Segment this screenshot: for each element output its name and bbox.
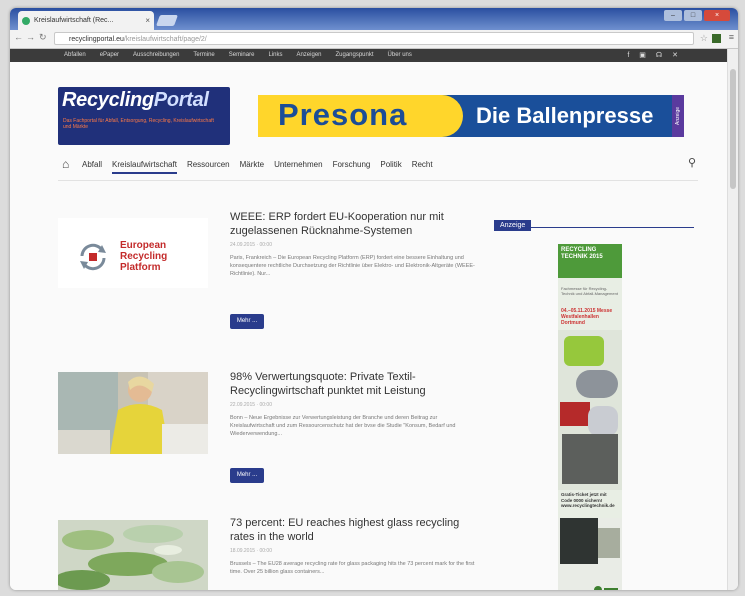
article-thumbnail-glass-photo[interactable] xyxy=(58,520,208,590)
facebook-icon[interactable]: f xyxy=(627,49,629,62)
top-nav-link[interactable]: Termine xyxy=(193,49,214,62)
article-item: 73 percent: EU reaches highest glass rec… xyxy=(58,516,478,590)
ad-ticket-cta[interactable]: Gratis-Ticket jetzt mit Code 0000 sicher… xyxy=(561,492,617,509)
browser-tab[interactable]: Kreislaufwirtschaft (Rec... × xyxy=(18,11,154,30)
ad-machinery-image xyxy=(558,330,622,490)
article-date: 24.09.2015 · 00:00 xyxy=(230,242,272,248)
url-path: /kreislaufwirtschaft/page/2/ xyxy=(123,36,207,43)
nav-item-maerkte[interactable]: Märkte xyxy=(240,160,264,174)
sidebar-heading: Anzeige xyxy=(494,214,694,231)
article-item: 98% Verwertungsquote: Private Textil-Rec… xyxy=(58,370,478,500)
new-tab-button[interactable] xyxy=(155,15,179,26)
main-nav-items: Abfall Kreislaufwirtschaft Ressourcen Mä… xyxy=(82,160,433,174)
banner-slogan: Die Ballenpresse xyxy=(476,103,654,128)
glass-bottles-photo xyxy=(58,520,208,590)
ad-dates: 04.–05.11.2015 Messe Westfalenhallen Dor… xyxy=(561,308,613,326)
banner-brand: Presona xyxy=(278,97,408,132)
forward-icon[interactable]: → xyxy=(26,32,35,42)
nav-item-forschung[interactable]: Forschung xyxy=(333,160,371,174)
article-date: 18.09.2015 · 00:00 xyxy=(230,548,272,554)
article-thumbnail-erp-logo[interactable]: European Recycling Platform xyxy=(58,218,208,288)
main-nav: ⌂ Abfall Kreislaufwirtschaft Ressourcen … xyxy=(58,154,698,178)
presona-banner-ad[interactable]: Presona Die Ballenpresse Anzeige xyxy=(258,95,684,137)
url-host: recyclingportal.eu xyxy=(69,36,124,43)
window-controls: – □ × xyxy=(664,10,730,21)
article-item: European Recycling Platform WEEE: ERP fo… xyxy=(58,210,478,340)
banner-ad-tag: Anzeige xyxy=(672,95,684,137)
article-excerpt: Bonn – Neue Ergebnisse zur Verwertungsle… xyxy=(230,415,456,437)
nav-item-kreislaufwirtschaft[interactable]: Kreislaufwirtschaft xyxy=(112,160,177,174)
textile-worker-photo xyxy=(58,372,208,454)
url-field[interactable]: recyclingportal.eu/kreislaufwirtschaft/p… xyxy=(54,32,694,45)
ad-subtitle: Fachmesse für Recycling-Technik und Abfa… xyxy=(561,286,618,296)
back-icon[interactable]: ← xyxy=(14,32,23,42)
tab-strip: Kreislaufwirtschaft (Rec... × – □ × xyxy=(10,8,738,30)
search-icon[interactable]: ⚲ xyxy=(688,156,696,169)
nav-item-politik[interactable]: Politik xyxy=(380,160,401,174)
maximize-button[interactable]: □ xyxy=(684,10,702,21)
top-nav-link[interactable]: Ausschreibungen xyxy=(133,49,179,62)
top-nav-link[interactable]: Über uns xyxy=(388,49,412,62)
top-nav-link[interactable]: Anzeigen xyxy=(296,49,321,62)
page-content: RecyclingPortal Das Fachportal für Abfal… xyxy=(10,62,728,590)
logo-wordmark: RecyclingPortal xyxy=(62,89,209,112)
erp-logo-line: European xyxy=(120,240,167,251)
bookmark-star-icon[interactable]: ☆ xyxy=(700,33,708,44)
top-nav-links: Abfallen ePaper Ausschreibungen Termine … xyxy=(64,49,412,62)
favicon-icon xyxy=(22,17,30,25)
erp-logo-text: European Recycling Platform xyxy=(120,240,167,273)
close-window-button[interactable]: × xyxy=(704,10,730,21)
browser-menu-icon[interactable]: ≡ xyxy=(729,32,734,42)
article-title[interactable]: 98% Verwertungsquote: Private Textil-Rec… xyxy=(230,370,480,398)
top-nav-link[interactable]: Seminare xyxy=(229,49,255,62)
read-more-button[interactable]: Mehr ... xyxy=(230,468,264,483)
sidebar-heading-label: Anzeige xyxy=(494,220,532,231)
home-icon[interactable]: ⌂ xyxy=(62,157,69,171)
article-thumbnail-textile-photo[interactable] xyxy=(58,372,208,454)
nav-item-unternehmen[interactable]: Unternehmen xyxy=(274,160,322,174)
nav-item-abfall[interactable]: Abfall xyxy=(82,160,102,174)
article-date: 22.09.2015 · 00:00 xyxy=(230,402,272,408)
instagram-icon[interactable]: ▣ xyxy=(639,49,646,62)
scrollbar-thumb[interactable] xyxy=(730,69,736,189)
recycle-arrows-icon xyxy=(80,243,106,271)
site-logo[interactable]: RecyclingPortal Das Fachportal für Abfal… xyxy=(58,87,230,145)
erp-logo-line: Platform xyxy=(120,262,161,273)
nav-item-recht[interactable]: Recht xyxy=(412,160,433,174)
page-scrollbar[interactable] xyxy=(727,49,738,590)
social-icons: f ▣ ☊ ✕ xyxy=(627,49,678,62)
address-bar-row: ← → ↻ recyclingportal.eu/kreislaufwirtsc… xyxy=(10,30,738,49)
nav-divider xyxy=(58,180,698,181)
close-tab-icon[interactable]: × xyxy=(145,11,150,30)
ad-title: RECYCLING TECHNIK 2015 xyxy=(558,244,622,278)
top-nav-link[interactable]: ePaper xyxy=(100,49,119,62)
top-nav-link[interactable]: Zugangspunkt xyxy=(336,49,374,62)
article-excerpt: Brussels – The EU28 average recycling ra… xyxy=(230,561,475,575)
erp-logo-line: Recycling xyxy=(120,251,168,262)
twitter-icon[interactable]: ✕ xyxy=(672,49,678,62)
logo-tagline: Das Fachportal für Abfall, Entsorgung, R… xyxy=(63,118,214,130)
logo-recycling: Recycling xyxy=(62,89,154,111)
site-top-nav: Abfallen ePaper Ausschreibungen Termine … xyxy=(10,49,738,62)
sidebar-skyscraper-ad[interactable]: RECYCLING TECHNIK 2015 Fachmesse für Rec… xyxy=(558,244,622,590)
top-nav-link[interactable]: Abfallen xyxy=(64,49,86,62)
top-nav-link[interactable]: Links xyxy=(268,49,282,62)
extension-icon[interactable] xyxy=(712,34,721,43)
tab-title: Kreislaufwirtschaft (Rec... xyxy=(34,17,114,24)
article-title[interactable]: 73 percent: EU reaches highest glass rec… xyxy=(230,516,480,544)
ad-bottom-image xyxy=(558,518,622,590)
article-title[interactable]: WEEE: ERP fordert EU-Kooperation nur mit… xyxy=(230,210,480,238)
read-more-button[interactable]: Mehr ... xyxy=(230,314,264,329)
minimize-button[interactable]: – xyxy=(664,10,682,21)
browser-window: Kreislaufwirtschaft (Rec... × – □ × ← → … xyxy=(10,8,738,590)
nav-item-ressourcen[interactable]: Ressourcen xyxy=(187,160,230,174)
reload-icon[interactable]: ↻ xyxy=(39,32,47,43)
rss-icon[interactable]: ☊ xyxy=(656,49,662,62)
article-excerpt: Paris, Frankreich – Die European Recycli… xyxy=(230,255,475,277)
logo-portal: Portal xyxy=(153,89,209,111)
